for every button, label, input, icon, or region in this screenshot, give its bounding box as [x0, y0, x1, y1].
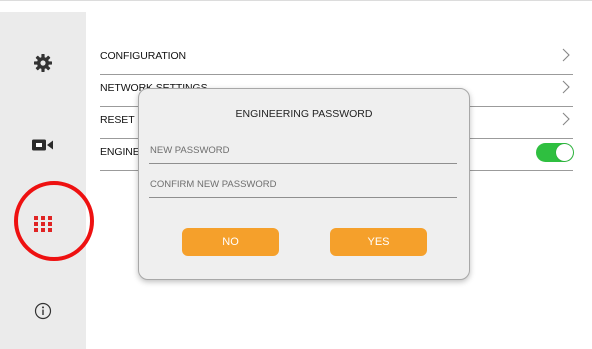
chevron-right-icon — [559, 112, 573, 126]
engineering-mode-toggle[interactable] — [536, 143, 574, 162]
gear-icon[interactable] — [30, 50, 56, 76]
video-camera-icon[interactable] — [30, 132, 56, 158]
chevron-right-icon — [559, 48, 573, 62]
toggle-knob — [556, 144, 573, 161]
row-label: CONFIGURATION — [100, 50, 187, 62]
settings-row-configuration[interactable]: CONFIGURATION — [100, 43, 573, 75]
confirm-password-field — [149, 173, 458, 198]
yes-button[interactable]: YES — [330, 228, 427, 256]
engineering-password-dialog: ENGINEERING PASSWORD NO YES — [138, 88, 470, 280]
new-password-field — [149, 139, 458, 164]
info-icon[interactable] — [30, 298, 56, 324]
dialog-title: ENGINEERING PASSWORD — [235, 108, 373, 120]
no-button[interactable]: NO — [182, 228, 279, 256]
chevron-right-icon — [559, 80, 573, 94]
top-border — [0, 0, 592, 1]
sidebar — [0, 12, 86, 349]
highlight-circle — [14, 181, 94, 261]
confirm-password-input[interactable] — [149, 173, 458, 195]
row-label: RESET — [100, 114, 135, 126]
new-password-input[interactable] — [149, 139, 458, 161]
